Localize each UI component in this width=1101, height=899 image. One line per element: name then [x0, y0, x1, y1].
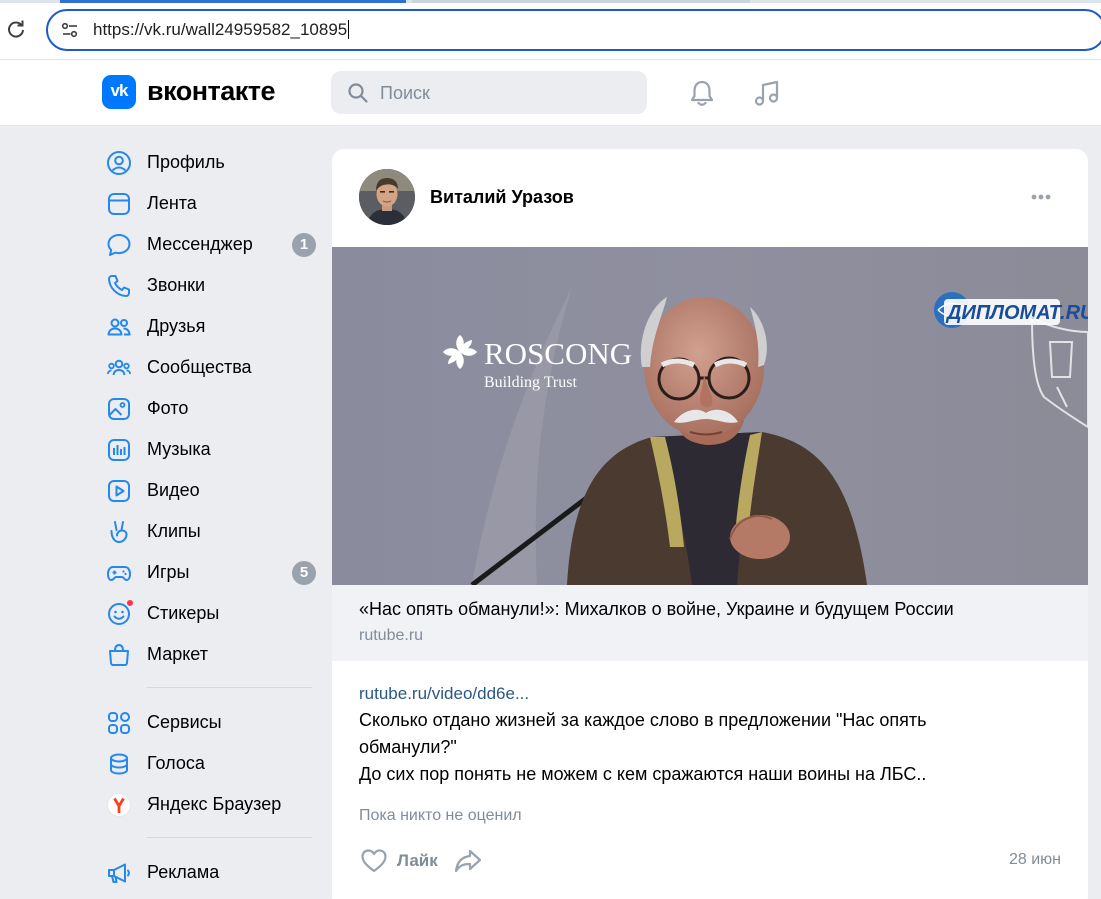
post-header: Виталий Уразов [332, 149, 1088, 247]
browser-toolbar: https://vk.ru/wall24959582_10895 [0, 0, 1101, 60]
sidebar-item-label: Музыка [147, 439, 211, 459]
sidebar-item-label: Сервисы [147, 712, 222, 732]
sidebar-item-label: Лента [147, 193, 197, 213]
post-date[interactable]: 28 июн [1009, 851, 1061, 869]
sidebar-item-label: Профиль [147, 152, 225, 172]
url-field[interactable]: https://vk.ru/wall24959582_10895 [93, 20, 350, 40]
sidebar-item-label: Друзья [147, 316, 206, 336]
sidebar-item-services[interactable]: Сервисы [98, 702, 326, 743]
post-text-line: Сколько отдано жизней за каждое слово в … [359, 710, 927, 730]
sidebar-item-votes[interactable]: Голоса [98, 743, 326, 784]
yandex-browser-icon [107, 792, 131, 817]
sidebar-item-photos[interactable]: Фото [98, 388, 326, 429]
video-thumbnail: ROSCONG Building Trust ДИПЛОМАТ.RU [332, 247, 1088, 585]
post-actions: Лайк 28 июн [359, 846, 1069, 878]
sidebar-divider [147, 837, 312, 838]
media-logo-subtext: Building Trust [484, 374, 577, 391]
sidebar-item-label: Видео [147, 480, 200, 500]
phone-icon [108, 274, 130, 297]
votes-icon [110, 753, 128, 775]
sidebar-item-messenger[interactable]: Мессенджер 1 [98, 224, 326, 265]
sidebar-item-label: Клипы [147, 521, 201, 541]
text-caret [348, 20, 350, 39]
sidebar-item-games[interactable]: Игры 5 [98, 552, 326, 593]
left-sidebar: Профиль Лента Мессенджер 1 Звонки Друзья… [98, 142, 326, 893]
watermark-text: ДИПЛОМАТ.RU [945, 302, 1088, 324]
avatar-photo [359, 169, 415, 225]
sidebar-item-yandex-browser[interactable]: Яндекс Браузер [98, 784, 326, 825]
sidebar-item-market[interactable]: Маркет [98, 634, 326, 675]
share-icon[interactable] [453, 846, 483, 876]
friends-icon [107, 318, 131, 335]
heart-icon [361, 849, 387, 873]
address-bar[interactable]: https://vk.ru/wall24959582_10895 [46, 9, 1101, 51]
market-icon [109, 643, 129, 666]
tab-indicator [412, 0, 750, 3]
sidebar-item-communities[interactable]: Сообщества [98, 347, 326, 388]
megaphone-icon [108, 863, 130, 883]
search-icon [348, 83, 368, 103]
clips-icon [110, 520, 128, 543]
snippet-title[interactable]: «Нас опять обманули!»: Михалков о войне,… [359, 599, 954, 620]
sidebar-item-label: Мессенджер [147, 234, 253, 254]
sidebar-item-music[interactable]: Музыка [98, 429, 326, 470]
sidebar-item-calls[interactable]: Звонки [98, 265, 326, 306]
tab-strip [0, 0, 1101, 3]
post-card: Виталий Уразов ROSCONG Building Trust ДИ… [332, 149, 1088, 899]
sidebar-item-ads[interactable]: Реклама [98, 852, 326, 893]
active-tab-indicator [60, 0, 406, 3]
video-icon [108, 479, 130, 502]
like-label: Лайк [397, 851, 438, 870]
games-icon [107, 565, 131, 581]
likes-status: Пока никто не оценил [359, 807, 522, 824]
author-name[interactable]: Виталий Уразов [430, 187, 574, 208]
search-box[interactable] [331, 71, 647, 114]
search-input[interactable] [380, 79, 620, 107]
new-indicator-dot [126, 599, 134, 607]
like-button[interactable]: Лайк [359, 846, 445, 876]
site-settings-icon[interactable] [60, 20, 80, 40]
sidebar-item-label: Реклама [147, 862, 220, 882]
sidebar-item-label: Голоса [147, 753, 205, 773]
reload-icon[interactable] [6, 19, 26, 39]
bell-icon[interactable] [686, 77, 718, 109]
sidebar-item-video[interactable]: Видео [98, 470, 326, 511]
messenger-icon [107, 233, 131, 256]
sidebar-item-profile[interactable]: Профиль [98, 142, 326, 183]
services-icon [108, 711, 130, 734]
more-options-icon[interactable] [1028, 185, 1060, 209]
video-preview[interactable]: ROSCONG Building Trust ДИПЛОМАТ.RU [332, 247, 1088, 585]
unread-badge: 1 [292, 233, 316, 257]
sidebar-item-stickers[interactable]: Стикеры [98, 593, 326, 634]
photo-icon [108, 397, 130, 420]
feed-icon [108, 192, 130, 215]
vk-logo[interactable]: vk [102, 75, 136, 109]
communities-icon [106, 359, 132, 375]
sidebar-item-label: Игры [147, 562, 190, 582]
author-avatar[interactable] [359, 169, 415, 225]
sidebar-divider [147, 687, 312, 688]
music-note-icon[interactable] [751, 77, 783, 109]
post-text-line: До сих пор понять не можем с кем сражают… [359, 764, 927, 784]
sidebar-item-clips[interactable]: Клипы [98, 511, 326, 552]
sidebar-item-feed[interactable]: Лента [98, 183, 326, 224]
sidebar-item-label: Сообщества [147, 357, 252, 377]
music-icon [108, 438, 130, 461]
games-badge: 5 [292, 561, 316, 585]
link-snippet[interactable]: «Нас опять обманули!»: Михалков о войне,… [332, 585, 1088, 661]
sidebar-item-label: Фото [147, 398, 189, 418]
brand-name[interactable]: вконтакте [147, 76, 276, 107]
snippet-domain: rutube.ru [359, 627, 424, 644]
sidebar-item-label: Яндекс Браузер [147, 794, 282, 814]
post-link[interactable]: rutube.ru/video/dd6e... [359, 680, 1059, 707]
media-logo-text: ROSCONG [484, 336, 632, 371]
post-text-line: обманули?" [359, 737, 457, 757]
sidebar-item-label: Звонки [147, 275, 206, 295]
profile-icon [107, 150, 131, 175]
sidebar-item-label: Стикеры [147, 603, 220, 623]
site-header: vk вконтакте [0, 60, 1101, 126]
sidebar-item-label: Маркет [147, 644, 208, 664]
sidebar-item-friends[interactable]: Друзья [98, 306, 326, 347]
post-text: rutube.ru/video/dd6e... Сколько отдано ж… [359, 680, 1059, 788]
